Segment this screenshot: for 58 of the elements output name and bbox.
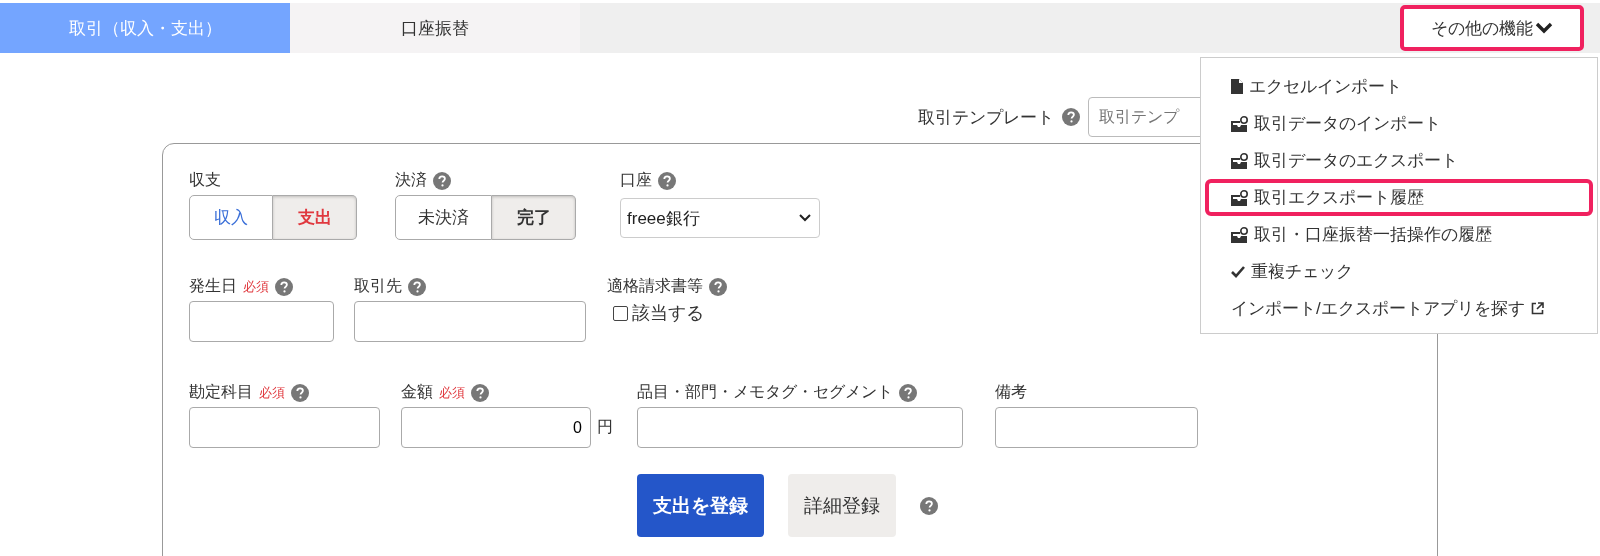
tray-icon	[1231, 152, 1248, 169]
help-icon[interactable]	[709, 277, 727, 296]
help-icon[interactable]	[408, 277, 426, 296]
check-icon	[1231, 265, 1245, 278]
tray-icon	[1231, 189, 1248, 206]
input-field[interactable]	[354, 301, 586, 342]
checkbox-label: 該当する	[632, 302, 704, 325]
input-field[interactable]	[189, 301, 334, 342]
required-label: 必須	[439, 383, 465, 402]
menu-item[interactable]: インポート/エクスポートアプリを探す	[1205, 290, 1593, 327]
tab[interactable]: 口座振替	[290, 3, 580, 53]
help-icon[interactable]	[658, 171, 676, 190]
menu-item[interactable]: 重複チェック	[1205, 253, 1593, 290]
field-label: 品目・部門・メモタグ・セグメント	[637, 382, 893, 402]
help-icon[interactable]	[471, 383, 489, 402]
tray-icon	[1231, 115, 1248, 132]
template-label: 取引テンプレート	[918, 106, 1054, 129]
chevron-down-icon	[1535, 22, 1553, 34]
required-label: 必須	[259, 383, 285, 402]
field-label: 収支	[189, 170, 221, 190]
external-link-icon	[1530, 302, 1544, 315]
field-label: 適格請求書等	[607, 276, 703, 296]
currency-unit: 円	[597, 417, 613, 437]
amount-field[interactable]: 0	[401, 407, 591, 448]
help-icon[interactable]	[291, 383, 309, 402]
menu-item[interactable]: 取引・口座振替一括操作の履歴	[1205, 216, 1593, 253]
toggle-option[interactable]: 支出	[273, 195, 357, 240]
field-label: 金額	[401, 382, 433, 402]
chevron-down-icon	[799, 214, 811, 222]
more-features-button[interactable]: その他の機能	[1400, 5, 1584, 51]
field-label: 決済	[395, 170, 427, 190]
menu-item[interactable]: エクセルインポート	[1205, 68, 1593, 105]
required-label: 必須	[243, 277, 269, 296]
toggle-option[interactable]: 収入	[189, 195, 273, 240]
field-label: 発生日	[189, 276, 237, 296]
detail-button[interactable]: 詳細登録	[788, 474, 896, 537]
help-icon[interactable]	[920, 496, 938, 515]
input-field[interactable]	[189, 407, 380, 448]
document-icon	[1231, 79, 1243, 94]
field-label: 備考	[995, 382, 1027, 402]
field-label: 取引先	[354, 276, 402, 296]
toggle-option[interactable]: 未決済	[395, 195, 492, 240]
field-label: 勘定科目	[189, 382, 253, 402]
menu-item[interactable]: 取引データのエクスポート	[1205, 142, 1593, 179]
menu-item[interactable]: 取引データのインポート	[1205, 105, 1593, 142]
field-label: 口座	[620, 170, 652, 190]
help-icon[interactable]	[433, 171, 451, 190]
toggle-option[interactable]: 完了	[492, 195, 576, 240]
input-field[interactable]	[995, 407, 1198, 448]
register-button[interactable]: 支出を登録	[637, 474, 764, 537]
input-field[interactable]	[637, 407, 963, 448]
help-icon[interactable]	[1062, 108, 1080, 126]
help-icon[interactable]	[275, 277, 293, 296]
tray-icon	[1231, 226, 1248, 243]
account-select[interactable]: freee銀行	[620, 198, 820, 238]
help-icon[interactable]	[899, 383, 917, 402]
menu-item[interactable]: 取引エクスポート履歴	[1205, 179, 1593, 216]
checkbox[interactable]	[613, 305, 628, 321]
